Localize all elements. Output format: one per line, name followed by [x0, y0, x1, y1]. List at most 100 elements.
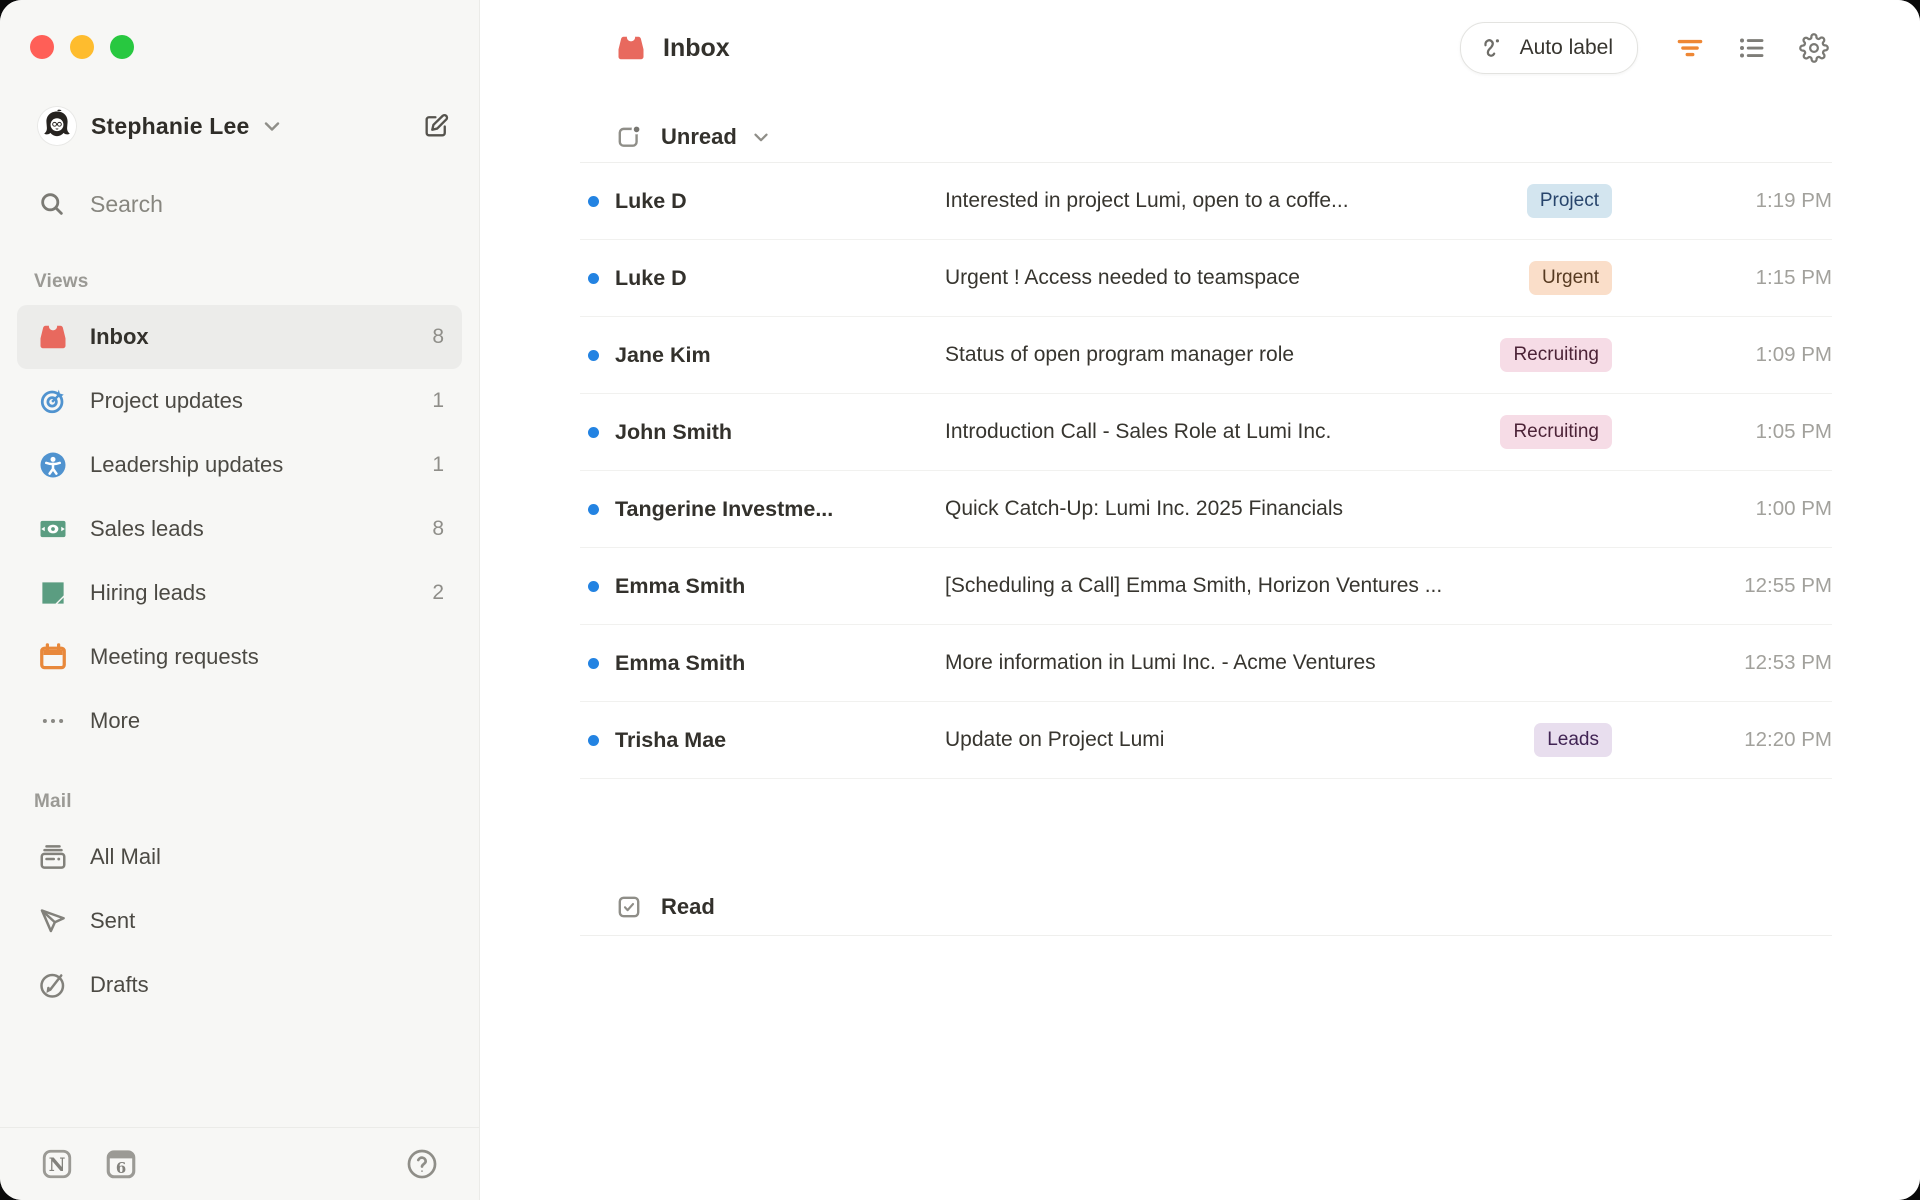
account-switcher[interactable]: Stephanie Lee: [0, 105, 479, 147]
help-icon[interactable]: [405, 1147, 439, 1181]
email-subject: Status of open program manager role: [945, 343, 1295, 366]
svg-text:6: 6: [116, 1159, 126, 1177]
sidebar-item-label: Drafts: [90, 972, 149, 997]
email-row[interactable]: Emma Smith [Scheduling a Call] Emma Smit…: [580, 548, 1832, 625]
svg-text:N: N: [49, 1155, 66, 1176]
email-time: 1:05 PM: [1755, 420, 1832, 443]
email-row[interactable]: Jane Kim Status of open program manager …: [580, 317, 1832, 394]
email-time: 1:09 PM: [1755, 343, 1832, 366]
money-icon: [38, 514, 68, 544]
unread-count: 1: [432, 453, 444, 476]
label-tag: Leads: [1534, 723, 1612, 757]
sidebar-item-label: More: [90, 708, 141, 733]
sidebar-item-meeting-requests[interactable]: Meeting requests: [17, 625, 462, 689]
sidebar-item-leadership-updates[interactable]: Leadership updates 1: [17, 433, 462, 497]
sidebar-item-inbox[interactable]: Inbox 8: [17, 305, 462, 369]
calendar-icon: [38, 642, 68, 672]
search-label: Search: [90, 190, 163, 217]
label-tag: Project: [1526, 184, 1612, 218]
sidebar-item-label: Leadership updates: [90, 452, 284, 477]
target-icon: [38, 386, 68, 416]
sidebar-content: Stephanie Lee Search Views Inbox 8 Proje…: [0, 0, 479, 1127]
email-sender: Luke D: [615, 265, 687, 290]
read-section-header[interactable]: Read: [580, 879, 1832, 936]
email-sender: Trisha Mae: [615, 727, 727, 752]
read-label: Read: [661, 894, 715, 919]
notion-app-icon[interactable]: N: [40, 1147, 74, 1181]
email-time: 12:55 PM: [1744, 574, 1832, 597]
search-button[interactable]: Search: [0, 175, 479, 233]
sidebar-footer: N 6: [0, 1127, 479, 1200]
sidebar-item-hiring-leads[interactable]: Hiring leads 2: [17, 561, 462, 625]
email-subject: [Scheduling a Call] Emma Smith, Horizon …: [945, 574, 1443, 597]
email-subject: Quick Catch-Up: Lumi Inc. 2025 Financial…: [945, 497, 1344, 520]
list-view-icon[interactable]: [1734, 30, 1770, 66]
mail-section-label: Mail: [34, 791, 72, 812]
filter-icon[interactable]: [1672, 30, 1708, 66]
unread-icon: [616, 124, 642, 150]
unread-section-header[interactable]: Unread: [580, 112, 1832, 163]
settings-gear-icon[interactable]: [1796, 30, 1832, 66]
label-tag: Recruiting: [1500, 338, 1612, 372]
unread-count: 1: [432, 389, 444, 412]
sidebar-item-project-updates[interactable]: Project updates 1: [17, 369, 462, 433]
sidebar-item-drafts[interactable]: Drafts: [17, 953, 462, 1017]
email-sender: Tangerine Investme...: [615, 496, 834, 521]
avatar: [38, 107, 76, 145]
close-window-button[interactable]: [30, 35, 54, 59]
email-time: 1:15 PM: [1755, 266, 1832, 289]
main-panel: Inbox Auto label Unread Luke D Intereste…: [480, 0, 1920, 1200]
all-mail-icon: [38, 842, 68, 872]
sidebar-item-label: Sent: [90, 908, 136, 933]
email-sender: Luke D: [615, 188, 687, 213]
label-tag: Urgent: [1528, 261, 1612, 295]
email-row[interactable]: Emma Smith More information in Lumi Inc.…: [580, 625, 1832, 702]
header-actions: Auto label: [1459, 22, 1832, 74]
mail-list-nav: All Mail Sent Drafts: [0, 825, 479, 1017]
unread-dot: [588, 349, 599, 361]
sidebar-item-label: Project updates: [90, 388, 243, 413]
unread-label: Unread: [661, 124, 737, 149]
unread-count: 2: [432, 581, 444, 604]
compose-button[interactable]: [419, 109, 453, 143]
email-row[interactable]: Trisha Mae Update on Project Lumi Leads …: [580, 702, 1832, 779]
email-row[interactable]: Luke D Interested in project Lumi, open …: [580, 163, 1832, 240]
email-time: 12:20 PM: [1744, 728, 1832, 751]
inbox-icon: [38, 322, 68, 352]
sidebar-item-label: All Mail: [90, 844, 161, 869]
email-row[interactable]: John Smith Introduction Call - Sales Rol…: [580, 394, 1832, 471]
auto-label-text: Auto label: [1519, 36, 1613, 59]
sidebar-item-sales-leads[interactable]: Sales leads 8: [17, 497, 462, 561]
inbox-icon: [616, 33, 646, 63]
read-checkbox-icon: [616, 894, 642, 920]
email-row[interactable]: Tangerine Investme... Quick Catch-Up: Lu…: [580, 471, 1832, 548]
zoom-window-button[interactable]: [110, 35, 134, 59]
auto-label-icon: [1483, 38, 1499, 57]
email-time: 1:19 PM: [1755, 189, 1832, 212]
sidebar-item-all-mail[interactable]: All Mail: [17, 825, 462, 889]
auto-label-button[interactable]: Auto label: [1459, 22, 1638, 74]
email-row[interactable]: Luke D Urgent ! Access needed to teamspa…: [580, 240, 1832, 317]
sidebar-item-label: Meeting requests: [90, 644, 259, 669]
unread-dot: [588, 272, 599, 284]
sidebar-item-sent[interactable]: Sent: [17, 889, 462, 953]
chevron-down-icon: [260, 114, 284, 138]
person-icon: [38, 450, 68, 480]
minimize-window-button[interactable]: [70, 35, 94, 59]
sidebar: Stephanie Lee Search Views Inbox 8 Proje…: [0, 0, 480, 1200]
chevron-down-icon: [750, 126, 772, 148]
email-time: 1:00 PM: [1755, 497, 1832, 520]
sidebar-item-label: Hiring leads: [90, 580, 207, 605]
email-subject: Update on Project Lumi: [945, 728, 1165, 751]
drafts-icon: [38, 970, 68, 1000]
email-sender: John Smith: [615, 419, 733, 444]
sidebar-item-more[interactable]: More: [17, 689, 462, 753]
label-tag: Recruiting: [1500, 415, 1612, 449]
email-sender: Emma Smith: [615, 650, 746, 675]
unread-dot: [588, 426, 599, 438]
unread-dot: [588, 657, 599, 669]
sent-icon: [38, 906, 68, 936]
unread-dot: [588, 734, 599, 746]
email-subject: More information in Lumi Inc. - Acme Ven…: [945, 651, 1376, 674]
calendar-app-icon[interactable]: 6: [104, 1147, 138, 1181]
